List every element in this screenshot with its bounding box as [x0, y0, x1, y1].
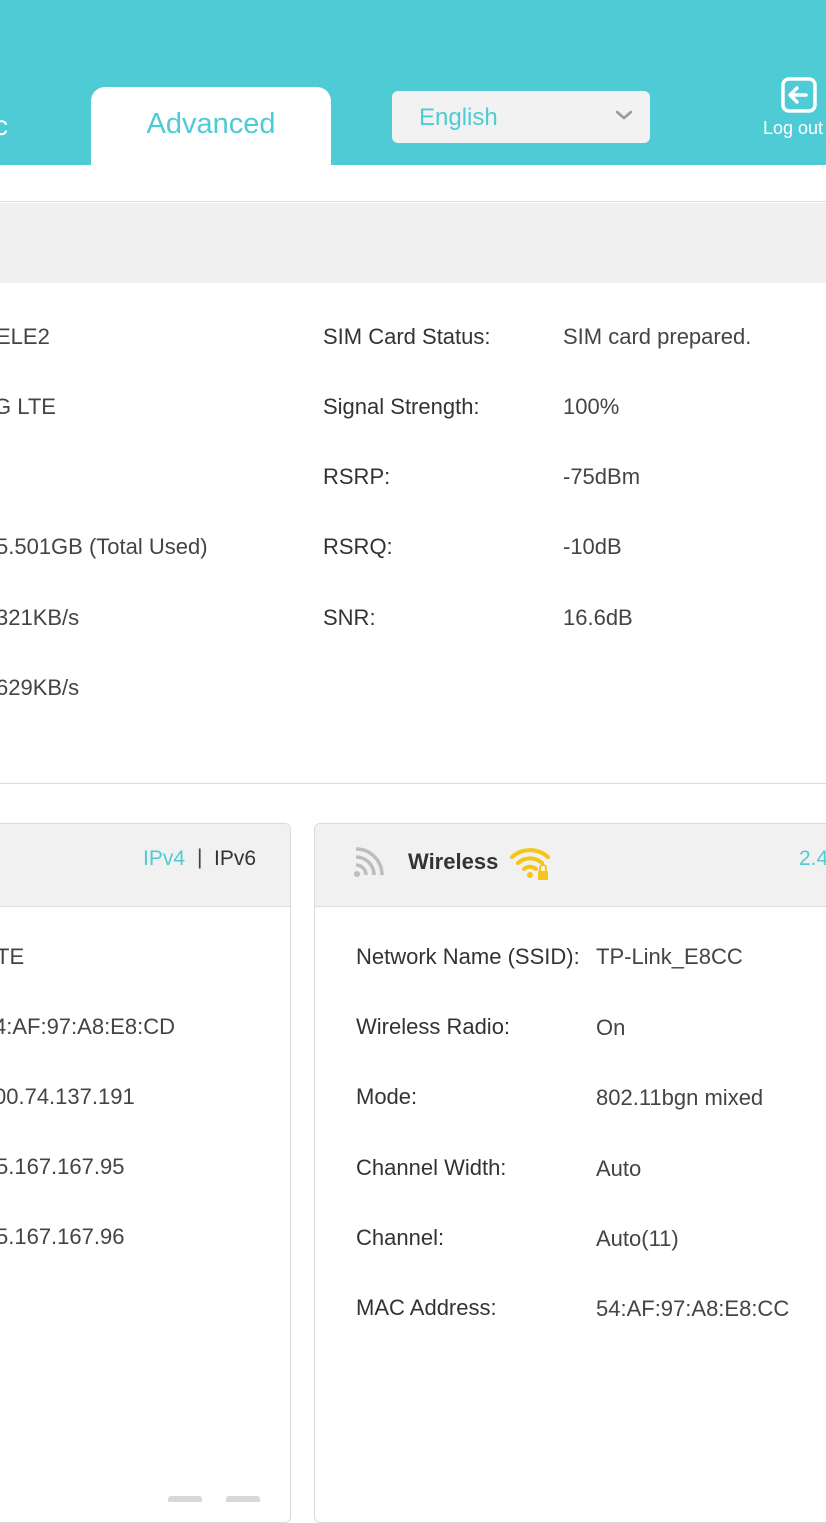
status-left-value: G LTE: [0, 394, 56, 419]
divider: [0, 783, 826, 784]
status-left-value: 321KB/s: [0, 605, 80, 630]
logout-button[interactable]: Log out: [763, 76, 826, 146]
logout-label: Log out: [763, 118, 824, 138]
wifi-lock-icon: [510, 848, 550, 880]
mac-address-value: 54:AF:97:A8:E8:CC: [596, 1296, 790, 1321]
tab-advanced-label: Advanced: [146, 108, 276, 140]
sim-status-label: SIM Card Status:: [323, 324, 491, 349]
snr-label: SNR:: [323, 605, 376, 630]
channel-width-value: Auto: [596, 1156, 642, 1181]
signal-icon: [354, 847, 384, 877]
mac-address-label: MAC Address:: [356, 1295, 497, 1320]
ssid-label: Network Name (SSID):: [356, 944, 580, 969]
pager-button[interactable]: [226, 1496, 260, 1502]
rsrp-value: -75dBm: [563, 464, 641, 489]
internet-value: 5.167.167.95: [0, 1154, 125, 1179]
tab-basic[interactable]: c: [0, 110, 8, 142]
ssid-value: TP-Link_E8CC: [596, 944, 743, 969]
internet-value: TE: [0, 944, 25, 969]
language-value: English: [419, 104, 498, 131]
channel-value: Auto(11): [596, 1226, 679, 1251]
rsrp-label: RSRP:: [323, 464, 391, 489]
ipv4-toggle[interactable]: IPv4: [143, 847, 185, 871]
wireless-panel-header: [315, 824, 826, 907]
top-header: c Advanced English Log out: [0, 0, 826, 167]
wireless-title: Wireless: [408, 849, 499, 874]
ipv6-toggle[interactable]: IPv6: [214, 847, 256, 871]
rsrq-value: -10dB: [563, 534, 622, 559]
status-left-value: 629KB/s: [0, 675, 80, 700]
wireless-band-tab[interactable]: 2.4: [799, 847, 826, 871]
ip-separator: |: [197, 846, 203, 869]
chevron-down-icon: [615, 110, 633, 120]
snr-value: 16.6dB: [563, 605, 633, 630]
internet-value: 4:AF:97:A8:E8:CD: [0, 1014, 175, 1039]
section-header-band: [0, 203, 826, 283]
channel-label: Channel:: [356, 1225, 445, 1250]
wireless-radio-label: Wireless Radio:: [356, 1014, 511, 1039]
signal-strength-label: Signal Strength:: [323, 394, 480, 419]
internet-value: 00.74.137.191: [0, 1084, 135, 1109]
pager-button[interactable]: [168, 1496, 202, 1502]
status-left-value: 5.501GB (Total Used): [0, 534, 208, 559]
internet-value: 5.167.167.96: [0, 1224, 125, 1249]
mode-label: Mode:: [356, 1084, 418, 1109]
sim-status-value: SIM card prepared.: [563, 324, 752, 349]
tab-advanced[interactable]: Advanced: [91, 87, 331, 167]
status-left-value: ELE2: [0, 324, 50, 349]
wireless-radio-value: On: [596, 1015, 626, 1040]
signal-strength-value: 100%: [563, 394, 620, 419]
language-select[interactable]: English: [392, 91, 650, 143]
mode-value: 802.11bgn mixed: [596, 1085, 764, 1110]
channel-width-label: Channel Width:: [356, 1155, 507, 1180]
logout-icon: [781, 77, 817, 113]
divider: [0, 201, 826, 202]
rsrq-label: RSRQ:: [323, 534, 393, 559]
